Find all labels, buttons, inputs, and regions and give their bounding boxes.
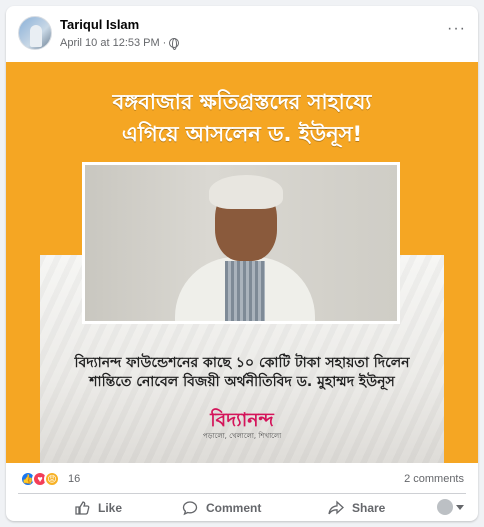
reaction-icons[interactable]: 👍 ♥ 😡	[20, 471, 60, 487]
comments-count[interactable]: 2 comments	[404, 473, 464, 485]
like-label: Like	[98, 501, 123, 515]
globe-icon[interactable]	[169, 38, 180, 50]
share-icon	[328, 500, 344, 515]
subtext-line-2: শান্তিতে নোবেল বিজয়ী অর্থনীতিবিদ ড. মুহ…	[89, 374, 395, 390]
comment-button[interactable]: Comment	[182, 497, 261, 519]
thumbs-up-icon	[75, 501, 90, 515]
divider	[18, 493, 466, 494]
profile-selector[interactable]	[437, 499, 464, 515]
post-timestamp[interactable]: April 10 at 12:53 PM	[60, 37, 160, 49]
post-actions: Like Comment Share	[6, 495, 478, 521]
share-label: Share	[352, 501, 386, 515]
post-header: Tariqul Islam April 10 at 12:53 PM · ···	[6, 6, 478, 58]
post-stats: 👍 ♥ 😡 16 2 comments	[6, 463, 478, 493]
portrait-photo	[82, 162, 400, 324]
share-button[interactable]: Share	[328, 497, 385, 519]
reaction-count[interactable]: 16	[68, 473, 80, 485]
author-avatar[interactable]	[18, 16, 52, 50]
post-image[interactable]: বঙ্গবাজার ক্ষতিগ্রস্তদের সাহায্যে এগিয়ে…	[6, 62, 478, 463]
angry-reaction-icon: 😡	[44, 471, 60, 487]
headline-line-1: বঙ্গবাজার ক্ষতিগ্রস্তদের সাহায্যে	[112, 90, 372, 114]
author-name[interactable]: Tariqul Islam	[60, 17, 139, 32]
meta-separator: ·	[162, 37, 167, 49]
profile-avatar	[437, 499, 453, 515]
chevron-down-icon	[456, 504, 464, 510]
more-options-button[interactable]: ···	[447, 20, 466, 38]
like-button[interactable]: Like	[74, 497, 122, 519]
post-card: Tariqul Islam April 10 at 12:53 PM · ···…	[6, 6, 478, 521]
comment-label: Comment	[206, 501, 262, 515]
logo-tagline: পড়ালো, খেলালো, শিখালো	[202, 432, 282, 440]
comment-icon	[182, 501, 198, 516]
post-meta: April 10 at 12:53 PM ·	[60, 37, 180, 50]
headline-line-2: এগিয়ে আসলেন ড. ইউনূস!	[121, 122, 363, 146]
